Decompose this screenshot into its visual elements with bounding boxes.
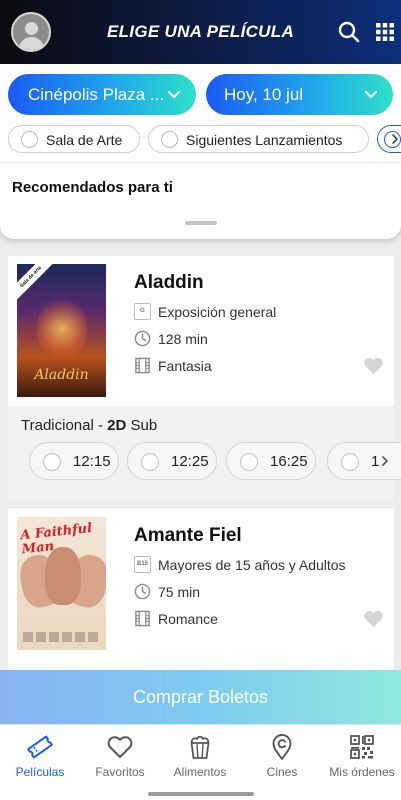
showtimes-section: Tradicional - 2D Sub 12:15 12:25 16:25 1 [8, 406, 401, 499]
nav-item-favoritos[interactable]: Favoritos [80, 733, 160, 783]
chip-label: Siguientes Lanzamientos [186, 132, 343, 148]
heart-icon [107, 736, 133, 758]
popcorn-icon [190, 735, 210, 759]
nav-label: Películas [15, 765, 65, 779]
home-indicator [148, 792, 254, 796]
favorite-heart-icon[interactable] [363, 356, 384, 375]
poster-title: A Faithful Man [19, 520, 93, 558]
showtime-label: 12:15 [73, 453, 111, 470]
showtime-label: 16:25 [270, 453, 308, 470]
showtime-button[interactable]: 16:25 [226, 442, 316, 480]
nav-label: Alimentos [173, 765, 227, 779]
film-strip-icon [135, 610, 150, 627]
showtime-button[interactable]: 12:25 [127, 442, 217, 480]
nav-label: Mis órdenes [329, 765, 395, 779]
movie-poster[interactable]: A Faithful Man [17, 517, 106, 650]
nav-item-cines[interactable]: Cines [242, 733, 322, 783]
showtime-label: 1 [371, 453, 380, 470]
clock-icon [134, 330, 151, 347]
nav-item-peliculas[interactable]: Películas [0, 733, 80, 783]
movie-rating: Exposición general [158, 304, 277, 320]
movie-rating: Mayores de 15 años y Adultos [158, 557, 346, 573]
film-strip-icon [135, 357, 150, 374]
filter-panel: Cinépolis Plaza ... Hoy, 10 jul Sala de … [0, 64, 401, 239]
radio-icon [341, 453, 359, 471]
avatar[interactable] [11, 12, 51, 52]
bottom-nav: Películas Favoritos Alimentos Cines Mis … [0, 724, 401, 800]
nav-item-alimentos[interactable]: Alimentos [160, 733, 240, 783]
page-title: ELIGE UNA PELÍCULA [106, 22, 295, 41]
section-title: Recomendados para ti [12, 179, 173, 196]
movie-card[interactable]: A Faithful Man Amante Fiel B15 Mayores d… [8, 509, 394, 679]
radio-icon [43, 453, 61, 471]
avatar-head [25, 22, 38, 35]
cinema-selector[interactable]: Cinépolis Plaza ... [8, 74, 196, 115]
buy-tickets-button[interactable]: Comprar Boletos [0, 670, 401, 724]
clock-icon [134, 583, 151, 600]
chevron-right-icon[interactable] [381, 455, 390, 467]
showtime-button[interactable]: 12:15 [29, 442, 119, 480]
location-pin-icon [272, 734, 292, 760]
poster-corner-badge: Sala de arte [17, 264, 56, 302]
ticket-icon [27, 735, 53, 759]
search-icon[interactable] [337, 20, 361, 44]
rating-badge-icon: G [134, 303, 151, 320]
app-header: ELIGE UNA PELÍCULA [0, 0, 401, 64]
movie-genre: Romance [158, 611, 218, 627]
movie-duration: 128 min [158, 331, 208, 347]
date-selector-label: Hoy, 10 jul [224, 85, 304, 104]
chip-siguientes-lanzamientos[interactable]: Siguientes Lanzamientos [148, 125, 369, 153]
movie-genre: Fantasia [158, 358, 212, 374]
poster-credits [23, 632, 101, 642]
rating-badge-icon: B15 [134, 556, 151, 573]
nav-item-mis-ordenes[interactable]: Mis órdenes [322, 733, 401, 783]
chip-sala-de-arte[interactable]: Sala de Arte [8, 125, 140, 153]
poster-title: Aladdin [34, 367, 89, 383]
poster-art [45, 547, 81, 605]
divider [0, 162, 401, 163]
radio-icon [161, 131, 178, 148]
nav-label: Favoritos [95, 765, 145, 779]
chevron-right-icon[interactable] [390, 133, 400, 145]
chevron-down-icon [364, 90, 378, 99]
showtime-label: 12:25 [171, 453, 209, 470]
movie-card[interactable]: Sala de arte Aladdin Aladdin G Exposició… [8, 256, 401, 499]
favorite-heart-icon[interactable] [363, 609, 384, 628]
movie-title[interactable]: Aladdin [134, 272, 204, 294]
qr-code-icon [350, 735, 374, 759]
movie-poster[interactable]: Sala de arte Aladdin [17, 264, 106, 397]
nav-label: Cines [266, 765, 298, 779]
chip-label: Sala de Arte [46, 132, 123, 148]
grid-menu-icon[interactable] [373, 20, 397, 44]
format-label: Tradicional - 2D Sub [21, 417, 158, 434]
drag-handle[interactable] [185, 221, 217, 225]
chevron-down-icon [167, 90, 181, 99]
avatar-body [19, 37, 44, 50]
radio-icon [21, 131, 38, 148]
poster-art [37, 294, 87, 364]
date-selector[interactable]: Hoy, 10 jul [206, 74, 393, 115]
movie-duration: 75 min [158, 584, 201, 600]
radio-icon [141, 453, 159, 471]
movie-title[interactable]: Amante Fiel [134, 525, 242, 547]
cinema-selector-label: Cinépolis Plaza ... [28, 85, 165, 104]
radio-icon [240, 453, 258, 471]
